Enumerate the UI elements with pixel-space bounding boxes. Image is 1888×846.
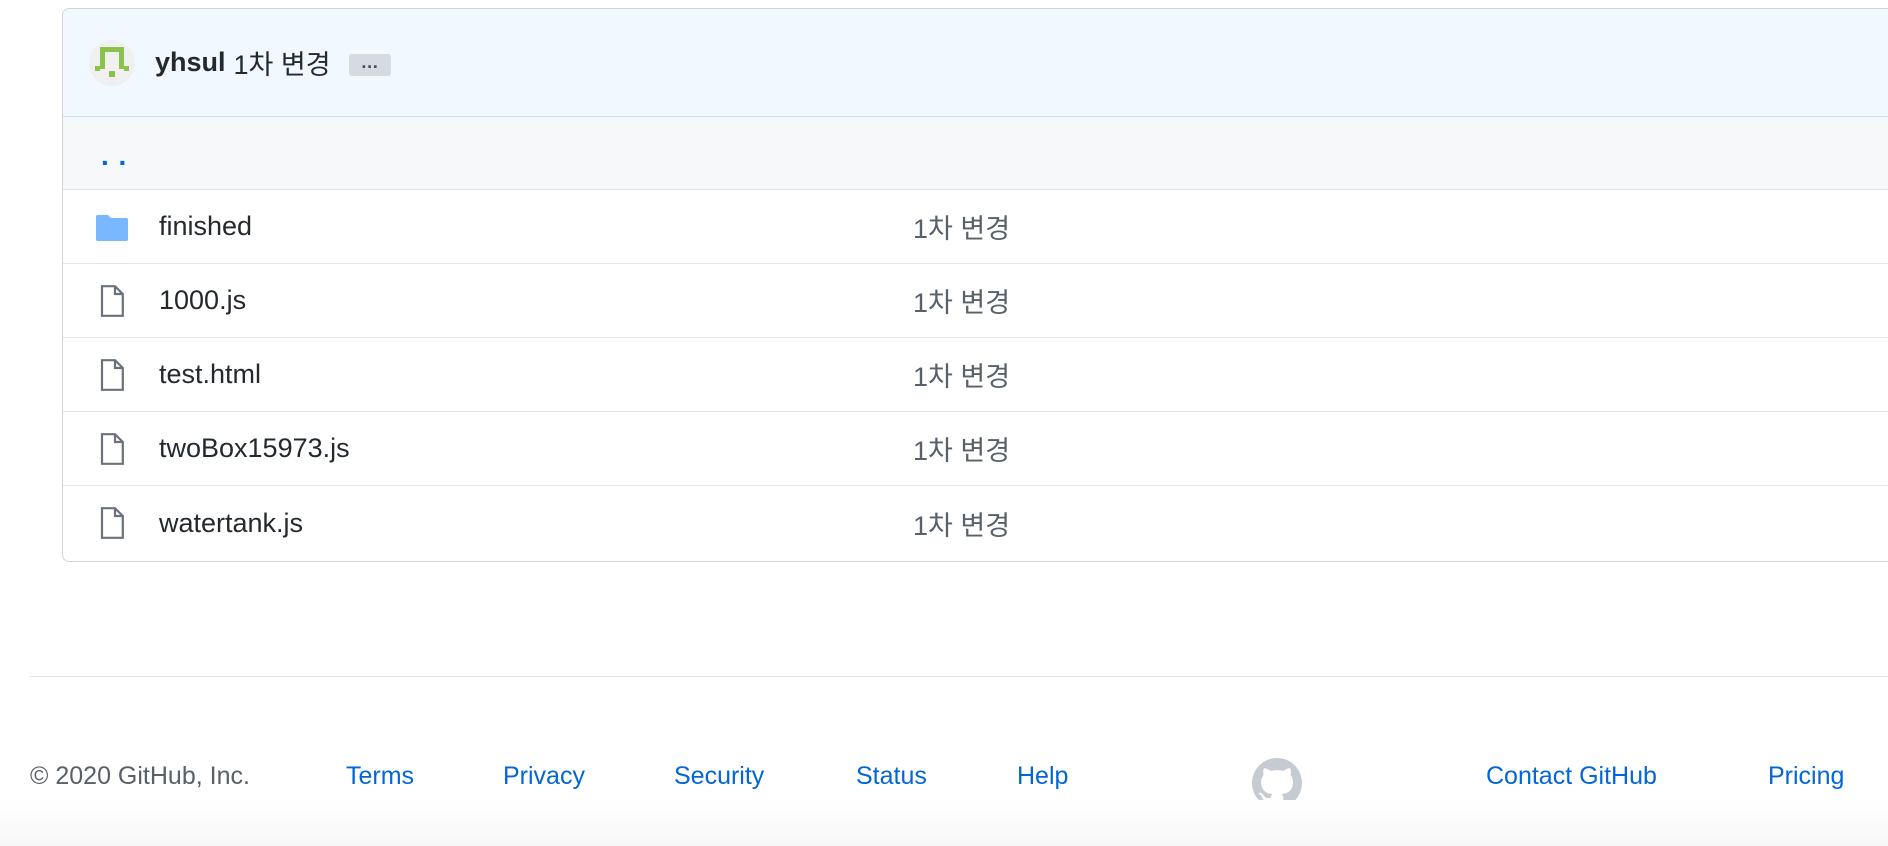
commit-author[interactable]: yhsul [155, 47, 226, 78]
footer: © 2020 GitHub, Inc. Terms Privacy Securi… [0, 756, 1888, 796]
file-icon [95, 358, 129, 392]
parent-directory-row[interactable]: . . [63, 117, 1888, 190]
avatar[interactable] [89, 39, 135, 86]
file-row[interactable]: finished 1차 변경 [63, 190, 1888, 264]
identicon-icon [89, 39, 135, 86]
file-row[interactable]: test.html 1차 변경 [63, 338, 1888, 412]
footer-copyright: © 2020 GitHub, Inc. [30, 762, 250, 790]
footer-link-help[interactable]: Help [1017, 756, 1068, 796]
commit-message[interactable]: 1차 변경 [234, 43, 331, 82]
page: yhsul 1차 변경 … . . finished 1차 변경 1000.js 1차… [0, 0, 1888, 846]
file-name-link[interactable]: test.html [159, 359, 261, 390]
file-icon [95, 506, 129, 540]
footer-link-contact[interactable]: Contact GitHub [1486, 756, 1657, 796]
footer-link-status[interactable]: Status [856, 756, 927, 796]
file-icon [95, 284, 129, 318]
file-name-link[interactable]: 1000.js [159, 285, 246, 316]
file-browser: yhsul 1차 변경 … . . finished 1차 변경 1000.js 1차… [62, 8, 1888, 562]
footer-link-terms[interactable]: Terms [346, 756, 414, 796]
latest-commit-header: yhsul 1차 변경 … [63, 9, 1888, 117]
file-row[interactable]: watertank.js 1차 변경 [63, 486, 1888, 560]
parent-directory-link[interactable]: . . [101, 140, 127, 172]
file-commit-message-link[interactable]: 1차 변경 [913, 504, 1010, 543]
bottom-shade [0, 800, 1888, 846]
footer-link-pricing[interactable]: Pricing [1768, 756, 1844, 796]
file-name-link[interactable]: watertank.js [159, 508, 303, 539]
file-commit-message-link[interactable]: 1차 변경 [913, 207, 1010, 246]
file-row[interactable]: 1000.js 1차 변경 [63, 264, 1888, 338]
expand-commit-button[interactable]: … [348, 53, 391, 76]
file-row[interactable]: twoBox15973.js 1차 변경 [63, 412, 1888, 486]
footer-link-privacy[interactable]: Privacy [503, 756, 585, 796]
file-commit-message-link[interactable]: 1차 변경 [913, 355, 1010, 394]
file-name-link[interactable]: finished [159, 211, 252, 242]
file-icon [95, 432, 129, 466]
file-name-link[interactable]: twoBox15973.js [159, 433, 350, 464]
footer-link-security[interactable]: Security [674, 756, 764, 796]
folder-icon [95, 210, 129, 244]
footer-divider [30, 676, 1888, 677]
file-list: finished 1차 변경 1000.js 1차 변경 test.html 1차 변경 t… [63, 190, 1888, 560]
file-commit-message-link[interactable]: 1차 변경 [913, 429, 1010, 468]
file-commit-message-link[interactable]: 1차 변경 [913, 281, 1010, 320]
